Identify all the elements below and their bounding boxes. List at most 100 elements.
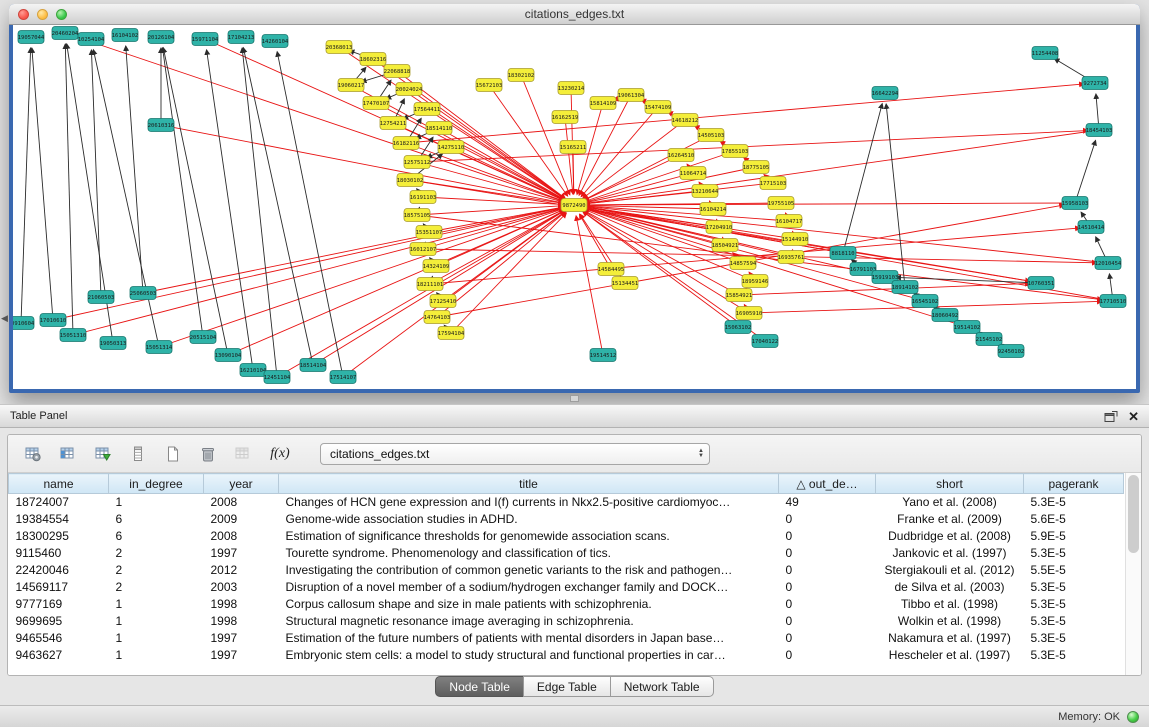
table-row[interactable]: 946362711997Embryonic stem cells: a mode… — [9, 647, 1124, 664]
graph-node[interactable]: 17715103 — [760, 177, 787, 190]
table-cell[interactable]: 1 — [109, 613, 204, 630]
graph-edge[interactable] — [585, 208, 967, 327]
graph-node[interactable]: 22068818 — [384, 65, 411, 78]
table-cell[interactable]: Yano et al. (2008) — [876, 494, 1024, 511]
graph-node[interactable]: 15474109 — [645, 101, 672, 114]
column-header-year[interactable]: year — [204, 474, 279, 494]
table-cell[interactable]: 18300295 — [9, 528, 109, 545]
table-cell[interactable]: 0 — [779, 613, 876, 630]
table-cell[interactable]: 5.3E-5 — [1024, 630, 1124, 647]
table-cell[interactable]: Investigating the contribution of common… — [279, 562, 779, 579]
table-cell[interactable]: Jankovic et al. (1997) — [876, 545, 1024, 562]
graph-node[interactable]: 14510414 — [1078, 221, 1105, 234]
graph-node[interactable]: 17470107 — [363, 97, 390, 110]
table-cell[interactable]: 0 — [779, 562, 876, 579]
graph-node[interactable]: 15672103 — [476, 79, 503, 92]
graph-node[interactable]: 12754211 — [380, 117, 407, 130]
column-header-title[interactable]: title — [279, 474, 779, 494]
table-cell[interactable]: 5.5E-5 — [1024, 562, 1124, 579]
graph-node[interactable]: 12451104 — [264, 371, 291, 384]
table-cell[interactable]: 14569117 — [9, 579, 109, 596]
table-cell[interactable]: 1 — [109, 494, 204, 511]
graph-node[interactable]: 16642294 — [872, 87, 899, 100]
table-cell[interactable]: 9465546 — [9, 630, 109, 647]
graph-node[interactable]: 16905910 — [736, 307, 763, 320]
table-cell[interactable]: 1 — [109, 630, 204, 647]
graph-edge[interactable] — [65, 44, 73, 335]
table-scrollbar[interactable] — [1125, 473, 1141, 675]
graph-node[interactable]: 16104102 — [112, 29, 139, 42]
table-cell[interactable]: 19384554 — [9, 511, 109, 528]
graph-node[interactable]: 14764103 — [424, 311, 451, 324]
new-file-icon[interactable] — [160, 441, 186, 467]
graph-node[interactable]: 17040122 — [752, 335, 779, 348]
graph-node[interactable]: 18514110 — [426, 122, 453, 135]
table-cell[interactable]: 1998 — [204, 596, 279, 613]
graph-edge[interactable] — [163, 48, 203, 337]
graph-node[interactable]: 14618212 — [672, 114, 699, 127]
graph-node[interactable]: 16545102 — [912, 295, 939, 308]
table-cell[interactable]: Wolkin et al. (1998) — [876, 613, 1024, 630]
select-columns-icon[interactable] — [55, 441, 81, 467]
graph-node[interactable]: 18775105 — [743, 161, 770, 174]
graph-edge[interactable] — [32, 48, 53, 320]
graph-node[interactable]: 12010454 — [1095, 257, 1122, 270]
collapse-panel-arrow-icon[interactable]: ◀ — [1, 314, 8, 323]
graph-node[interactable]: 18504921 — [712, 239, 739, 252]
graph-node[interactable]: 18575105 — [404, 209, 431, 222]
graph-node[interactable]: 14857594 — [730, 257, 757, 270]
table-cell[interactable]: Dudbridge et al. (2008) — [876, 528, 1024, 545]
network-graph[interactable]: 9872490203680131860231619060217220688181… — [13, 25, 1136, 389]
graph-node[interactable]: 21545102 — [976, 333, 1003, 346]
graph-node[interactable]: 18030102 — [397, 174, 424, 187]
table-cell[interactable]: 2003 — [204, 579, 279, 596]
graph-node[interactable]: 13210644 — [692, 185, 719, 198]
graph-node[interactable]: 9272734 — [1082, 77, 1108, 90]
table-cell[interactable]: Estimation of the future numbers of pati… — [279, 630, 779, 647]
graph-node[interactable]: 10254104 — [78, 33, 105, 46]
graph-node[interactable]: 18914102 — [892, 281, 919, 294]
graph-edge[interactable] — [53, 207, 563, 320]
graph-node[interactable]: 17104213 — [228, 31, 255, 44]
graph-node[interactable]: 92450102 — [998, 345, 1025, 358]
graph-node[interactable]: 19514102 — [954, 321, 981, 334]
graph-edge[interactable] — [242, 48, 277, 377]
table-row[interactable]: 2242004622012Investigating the contribut… — [9, 562, 1124, 579]
table-cell[interactable]: 0 — [779, 647, 876, 664]
table-cell[interactable]: 2 — [109, 562, 204, 579]
import-table-icon[interactable] — [90, 441, 116, 467]
graph-node[interactable]: 17204910 — [706, 221, 733, 234]
table-cell[interactable]: 2008 — [204, 528, 279, 545]
split-pane-divider[interactable] — [0, 393, 1149, 404]
table-cell[interactable]: 6 — [109, 511, 204, 528]
graph-node[interactable]: 16104717 — [776, 215, 803, 228]
graph-node[interactable]: 14275110 — [438, 141, 465, 154]
graph-node[interactable]: 16935761 — [778, 251, 805, 264]
table-cell[interactable]: 2008 — [204, 494, 279, 511]
graph-node[interactable]: 14260104 — [262, 35, 289, 48]
zoom-window-button[interactable] — [56, 9, 67, 20]
table-cell[interactable]: Disruption of a novel member of a sodium… — [279, 579, 779, 596]
table-row[interactable]: 1872400712008Changes of HCN gene express… — [9, 494, 1124, 511]
table-cell[interactable]: 49 — [779, 494, 876, 511]
graph-node[interactable]: 16264510 — [668, 149, 695, 162]
minimize-window-button[interactable] — [37, 9, 48, 20]
graph-edge[interactable] — [585, 130, 1099, 203]
graph-node[interactable]: 18602316 — [360, 53, 387, 66]
graph-node[interactable]: 15971104 — [192, 33, 219, 46]
graph-node[interactable]: 13090104 — [215, 349, 242, 362]
graph-node[interactable]: 16104214 — [700, 203, 727, 216]
graph-node[interactable]: 18454103 — [1086, 124, 1113, 137]
table-cell[interactable]: 5.9E-5 — [1024, 528, 1124, 545]
graph-edge[interactable] — [21, 48, 31, 323]
table-cell[interactable]: 5.3E-5 — [1024, 613, 1124, 630]
table-cell[interactable]: 9463627 — [9, 647, 109, 664]
graph-edge[interactable] — [843, 104, 882, 253]
table-cell[interactable]: Tibbo et al. (1998) — [876, 596, 1024, 613]
table-cell[interactable]: 0 — [779, 545, 876, 562]
table-cell[interactable]: 9115460 — [9, 545, 109, 562]
graph-node[interactable]: 20515104 — [190, 331, 217, 344]
table-cell[interactable]: 0 — [779, 511, 876, 528]
graph-node[interactable]: 18211101 — [417, 278, 444, 291]
table-cell[interactable]: Hescheler et al. (1997) — [876, 647, 1024, 664]
